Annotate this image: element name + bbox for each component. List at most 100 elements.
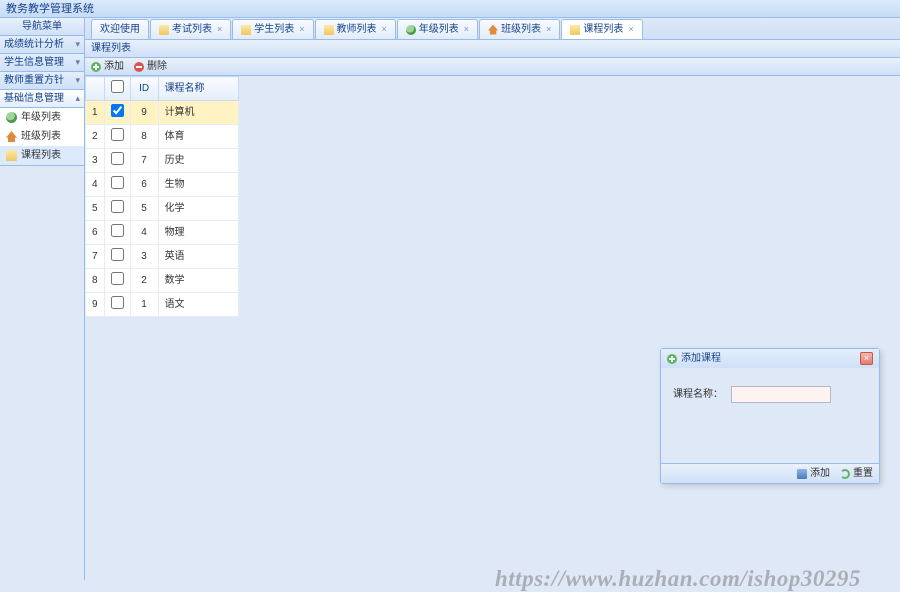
row-checkbox[interactable] xyxy=(111,248,124,261)
cell-check[interactable] xyxy=(104,125,130,149)
row-checkbox[interactable] xyxy=(111,176,124,189)
cell-name: 历史 xyxy=(158,149,238,173)
table-row[interactable]: 1 9计算机 xyxy=(86,101,239,125)
nav-group-basic[interactable]: 基础信息管理▴ xyxy=(0,90,84,108)
home-icon xyxy=(6,131,17,142)
cell-id: 5 xyxy=(130,197,158,221)
cell-name: 化学 xyxy=(158,197,238,221)
cell-id: 6 xyxy=(130,173,158,197)
tab-exams[interactable]: 考试列表× xyxy=(150,19,231,39)
row-checkbox[interactable] xyxy=(111,224,124,237)
add-button[interactable]: 添加 xyxy=(91,60,124,73)
cell-rownum: 5 xyxy=(86,197,105,221)
cell-name: 计算机 xyxy=(158,101,238,125)
table-row[interactable]: 73英语 xyxy=(86,245,239,269)
watermark: https://www.huzhan.com/ishop30295 xyxy=(495,566,861,592)
dialog-add-button[interactable]: 添加 xyxy=(797,467,830,480)
globe-icon xyxy=(6,112,17,123)
folder-icon xyxy=(159,25,169,35)
cell-check[interactable] xyxy=(104,293,130,317)
table-row[interactable]: 64物理 xyxy=(86,221,239,245)
close-icon[interactable]: × xyxy=(217,24,222,36)
cell-name: 物理 xyxy=(158,221,238,245)
tab-teachers[interactable]: 教师列表× xyxy=(315,19,396,39)
cell-id: 8 xyxy=(130,125,158,149)
table-row[interactable]: 4 6生物 xyxy=(86,173,239,197)
add-course-dialog: 添加课程 × 课程名称： 添加 重置 xyxy=(660,348,880,484)
tab-grades[interactable]: 年级列表× xyxy=(397,19,478,39)
nav-title: 导航菜单 xyxy=(0,18,84,36)
plus-icon xyxy=(667,354,677,364)
check-all[interactable] xyxy=(111,80,124,93)
globe-icon xyxy=(406,25,416,35)
cell-check[interactable] xyxy=(104,101,130,125)
nav-item-courses[interactable]: 课程列表 xyxy=(0,146,84,165)
chevron-down-icon: ▾ xyxy=(75,57,80,69)
chevron-up-icon: ▴ xyxy=(75,93,80,105)
col-check[interactable] xyxy=(104,77,130,101)
cell-id: 4 xyxy=(130,221,158,245)
col-id[interactable]: ID xyxy=(130,77,158,101)
close-icon[interactable]: × xyxy=(546,24,551,36)
cell-id: 7 xyxy=(130,149,158,173)
tab-classes[interactable]: 班级列表× xyxy=(479,19,560,39)
home-icon xyxy=(488,25,498,35)
course-grid: ID 课程名称 19计算机28体育37历史46生物55化学64物理73英语82数… xyxy=(85,76,239,317)
cell-id: 9 xyxy=(130,101,158,125)
chevron-down-icon: ▾ xyxy=(75,75,80,87)
close-icon[interactable]: × xyxy=(860,352,873,365)
delete-button[interactable]: 删除 xyxy=(134,60,167,73)
close-icon[interactable]: × xyxy=(299,24,304,36)
nav-item-grades[interactable]: 年级列表 xyxy=(0,108,84,127)
nav-sublist: 年级列表 班级列表 课程列表 xyxy=(0,108,84,166)
cell-rownum: 2 xyxy=(86,125,105,149)
col-rownum xyxy=(86,77,105,101)
tab-courses[interactable]: 课程列表× xyxy=(561,19,642,39)
close-icon[interactable]: × xyxy=(382,24,387,36)
folder-icon xyxy=(570,25,580,35)
row-checkbox[interactable] xyxy=(111,272,124,285)
cell-rownum: 4 xyxy=(86,173,105,197)
folder-icon xyxy=(6,150,17,161)
app-title-bar: 教务教学管理系统 xyxy=(0,0,900,18)
cell-name: 数学 xyxy=(158,269,238,293)
cell-check[interactable] xyxy=(104,221,130,245)
nav-group-scores[interactable]: 成绩统计分析▾ xyxy=(0,36,84,54)
folder-icon xyxy=(241,25,251,35)
cell-rownum: 1 xyxy=(86,101,105,125)
cell-check[interactable] xyxy=(104,197,130,221)
dialog-header[interactable]: 添加课程 × xyxy=(661,349,879,368)
course-name-input[interactable] xyxy=(731,386,831,403)
close-icon[interactable]: × xyxy=(628,24,633,36)
close-icon[interactable]: × xyxy=(464,24,469,36)
row-checkbox[interactable] xyxy=(111,152,124,165)
row-checkbox[interactable] xyxy=(111,296,124,309)
cell-name: 英语 xyxy=(158,245,238,269)
cell-rownum: 7 xyxy=(86,245,105,269)
nav-group-teachers[interactable]: 教师重置方针▾ xyxy=(0,72,84,90)
cell-check[interactable] xyxy=(104,149,130,173)
table-row[interactable]: 3 7历史 xyxy=(86,149,239,173)
table-row[interactable]: 55化学 xyxy=(86,197,239,221)
cell-check[interactable] xyxy=(104,173,130,197)
cell-check[interactable] xyxy=(104,269,130,293)
col-name[interactable]: 课程名称 xyxy=(158,77,238,101)
dialog-reset-button[interactable]: 重置 xyxy=(840,467,873,480)
row-checkbox[interactable] xyxy=(111,128,124,141)
cell-rownum: 3 xyxy=(86,149,105,173)
cell-name: 生物 xyxy=(158,173,238,197)
cell-check[interactable] xyxy=(104,245,130,269)
row-checkbox[interactable] xyxy=(111,104,124,117)
table-row[interactable]: 82数学 xyxy=(86,269,239,293)
table-row[interactable]: 28体育 xyxy=(86,125,239,149)
tab-welcome[interactable]: 欢迎使用 xyxy=(91,19,149,39)
cell-rownum: 8 xyxy=(86,269,105,293)
toolbar: 添加 删除 xyxy=(85,58,900,76)
folder-icon xyxy=(324,25,334,35)
grid-header-row: ID 课程名称 xyxy=(86,77,239,101)
table-row[interactable]: 91语文 xyxy=(86,293,239,317)
nav-group-students[interactable]: 学生信息管理▾ xyxy=(0,54,84,72)
tab-students[interactable]: 学生列表× xyxy=(232,19,313,39)
row-checkbox[interactable] xyxy=(111,200,124,213)
nav-item-classes[interactable]: 班级列表 xyxy=(0,127,84,146)
